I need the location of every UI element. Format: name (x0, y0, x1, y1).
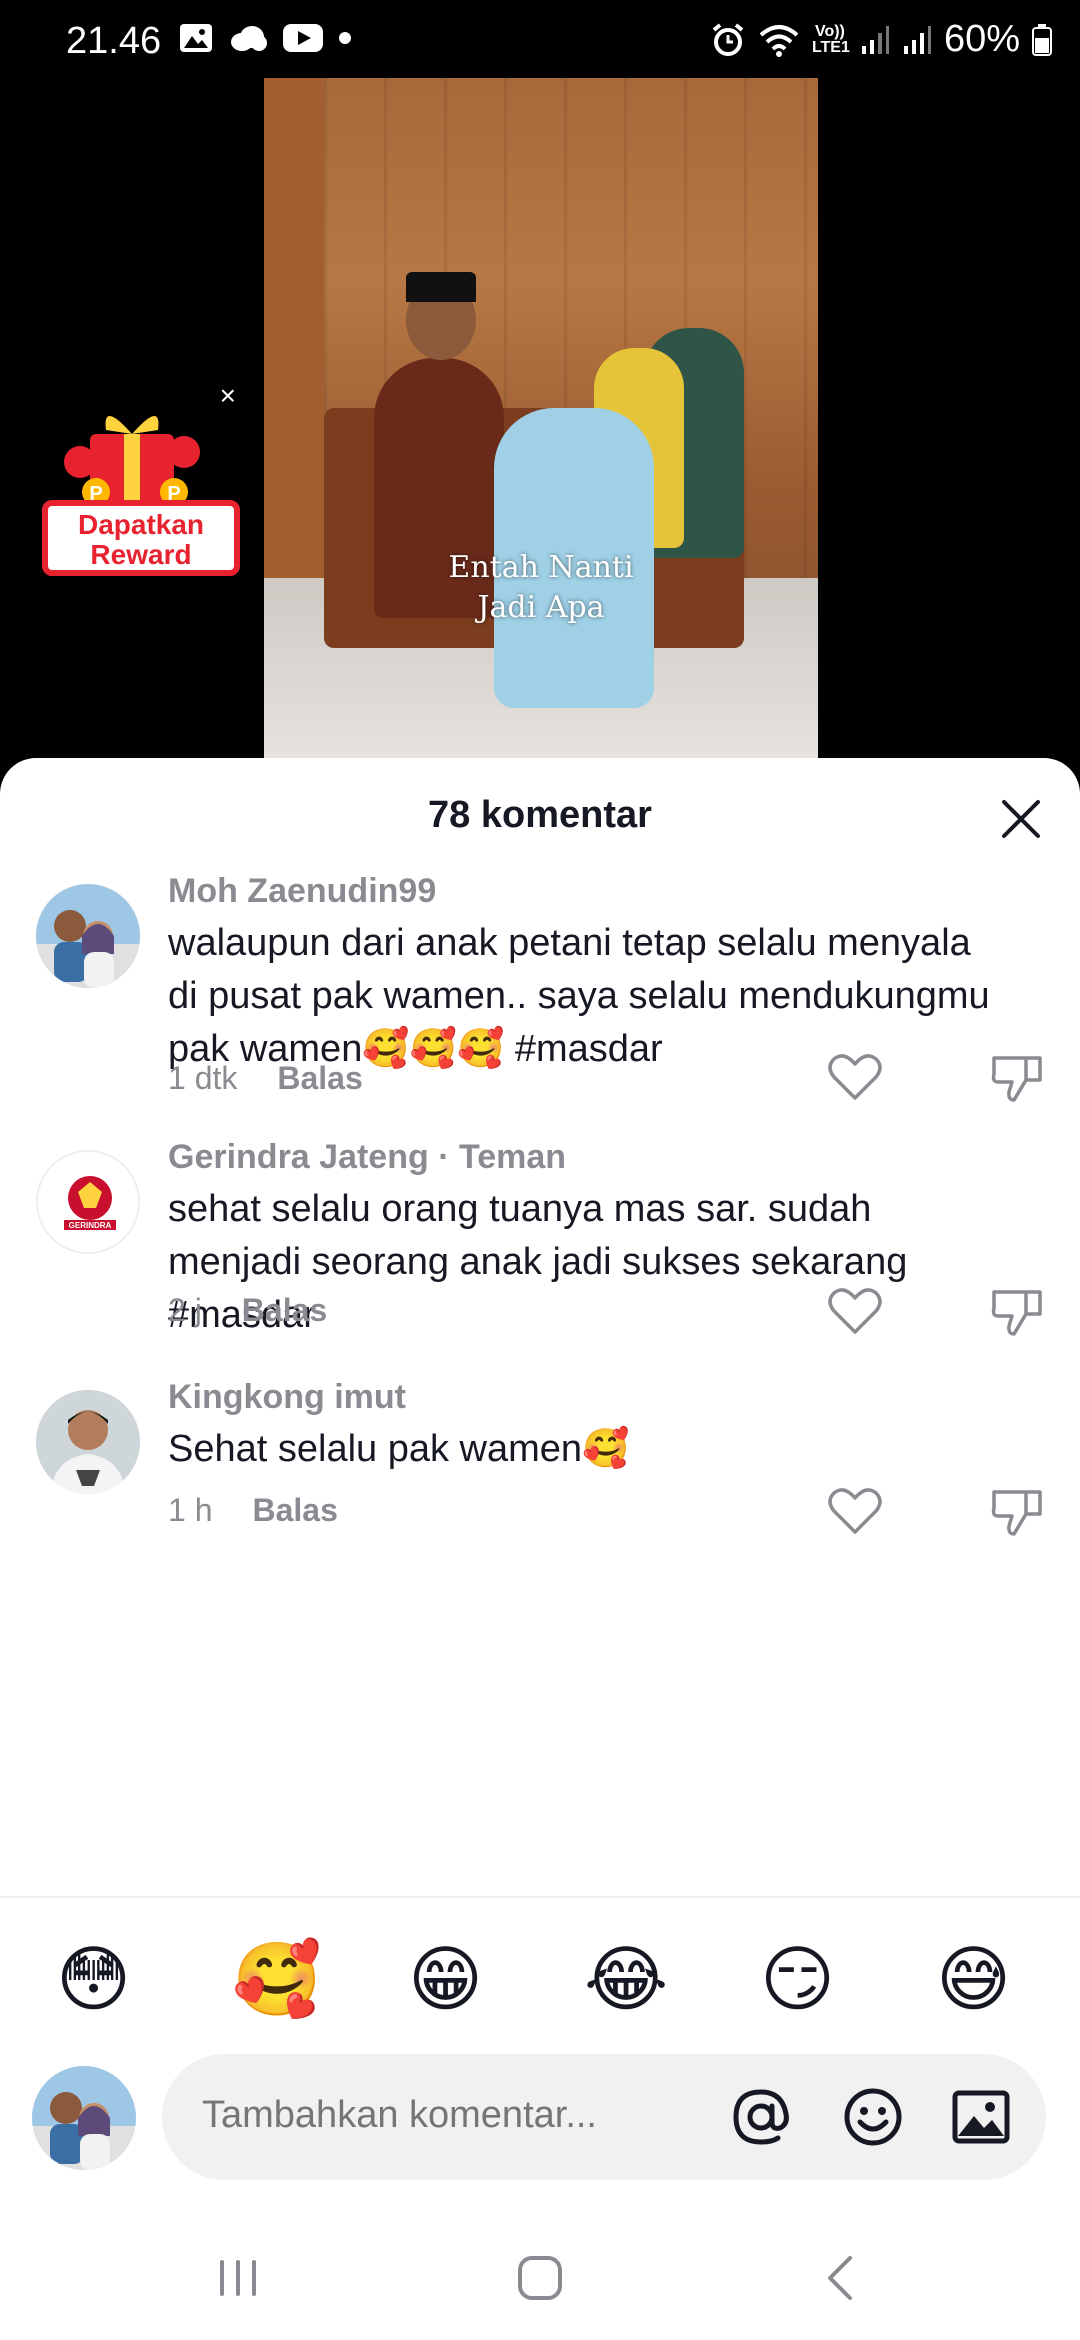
avatar (32, 2066, 136, 2170)
clock: 21.46 (66, 20, 162, 62)
signal-icon (903, 25, 931, 54)
comment-input-container[interactable] (162, 2054, 1046, 2180)
close-icon[interactable] (998, 796, 1044, 842)
emoji-picker-icon[interactable] (840, 2084, 906, 2150)
mention-icon[interactable] (728, 2084, 794, 2150)
video-caption: Entah Nanti Jadi Apa (264, 548, 818, 628)
system-nav-bar (0, 2210, 1080, 2340)
avatar[interactable]: GERINDRA (36, 1150, 140, 1254)
comment-input-row (0, 2054, 1080, 2184)
comment-meta: 1 h Balas (168, 1492, 338, 1529)
emoji-sweat-smile-button[interactable]: 😅 (936, 1934, 1011, 2024)
gift-icon: P P (64, 415, 200, 506)
emoji-joy-button[interactable]: 😂 (584, 1934, 668, 2024)
comment-input[interactable] (202, 2094, 702, 2137)
reward-widget[interactable]: P P × Dapatkan Reward (22, 380, 244, 600)
back-icon[interactable] (812, 2248, 872, 2308)
comments-sheet: 78 komentar Moh Zaenudin99 walaupun dari… (0, 758, 1080, 2340)
gallery-icon (180, 24, 212, 52)
emoji-love-button[interactable]: 🥰 (232, 1934, 322, 2024)
divider (0, 1896, 1080, 1898)
comment-username[interactable]: Moh Zaenudin99 (168, 872, 436, 911)
alarm-icon (712, 22, 744, 56)
status-bar: 21.46 Vo)) LTE1 60% (0, 0, 1080, 80)
comment-text: walaupun dari anak petani tetap selalu m… (168, 922, 990, 1070)
reply-button[interactable]: Balas (277, 1060, 362, 1096)
comment-meta: 1 dtk Balas (168, 1060, 363, 1097)
reply-button[interactable]: Balas (252, 1492, 337, 1528)
system-icons: Vo)) LTE1 60% (710, 18, 1052, 61)
comment-time: 1 dtk (168, 1060, 238, 1096)
comment-username[interactable]: Kingkong imut (168, 1378, 406, 1417)
video-caption-line: Entah Nanti (448, 550, 634, 585)
comment-item: Kingkong imut Sehat selalu pak wamen🥰 1 … (0, 1360, 1080, 1536)
dislike-icon[interactable] (990, 1050, 1044, 1104)
like-heart-icon[interactable] (828, 1286, 882, 1336)
video-caption-line: Jadi Apa (477, 590, 605, 625)
comment-item: Moh Zaenudin99 walaupun dari anak petani… (0, 854, 1080, 1104)
comment-time: 2 j (168, 1292, 202, 1328)
reward-label[interactable]: Dapatkan Reward (42, 500, 240, 576)
comment-item: GERINDRA Gerindra Jateng · Teman sehat s… (0, 1120, 1080, 1340)
emoji-grin-button[interactable]: 😁 (408, 1934, 483, 2024)
image-upload-icon[interactable] (948, 2084, 1014, 2150)
comment-username[interactable]: Gerindra Jateng · Teman (168, 1138, 566, 1177)
comment-text: Sehat selalu pak wamen🥰 (168, 1428, 630, 1470)
svg-text:GERINDRA: GERINDRA (69, 1221, 112, 1230)
like-heart-icon[interactable] (828, 1052, 882, 1102)
reply-button[interactable]: Balas (242, 1292, 327, 1328)
dislike-icon[interactable] (990, 1284, 1044, 1338)
lte-icon: Vo)) LTE1 (811, 22, 850, 56)
battery-percent: 60% (943, 18, 1020, 60)
signal-icon (861, 25, 889, 54)
avatar[interactable] (36, 884, 140, 988)
comment-time: 1 h (168, 1492, 213, 1528)
youtube-icon (283, 24, 323, 52)
cloud-icon (231, 26, 267, 51)
comment-meta: 2 j Balas (168, 1292, 327, 1329)
quick-emoji-bar: 😳 🥰 😁 😂 😏 😅 (0, 1934, 1080, 2024)
emoji-smirk-button[interactable]: 😏 (760, 1934, 835, 2024)
like-heart-icon[interactable] (828, 1486, 882, 1536)
dislike-icon[interactable] (990, 1484, 1044, 1538)
emoji-flushed-button[interactable]: 😳 (56, 1934, 131, 2024)
wifi-icon (759, 24, 799, 57)
home-icon[interactable] (510, 2248, 570, 2308)
notification-icons (178, 22, 352, 54)
dot-icon (339, 32, 351, 44)
recent-apps-icon[interactable] (208, 2248, 268, 2308)
video-player[interactable]: Entah Nanti Jadi Apa (264, 78, 818, 758)
comments-count-title: 78 komentar (428, 794, 652, 836)
reward-close-icon[interactable]: × (220, 380, 236, 412)
battery-icon (1032, 23, 1052, 56)
avatar[interactable] (36, 1390, 140, 1494)
